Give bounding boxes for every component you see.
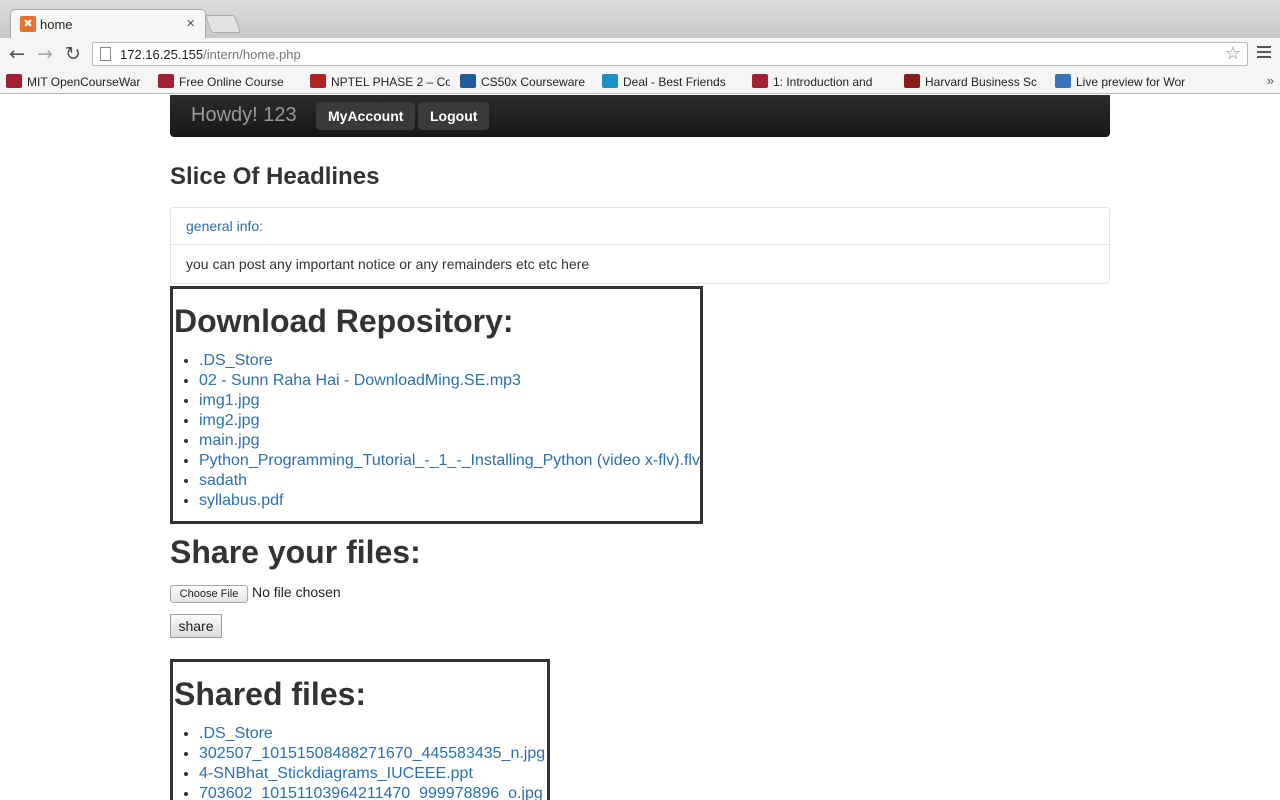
- bookmark-label: CS50x Courseware: [481, 75, 586, 89]
- tab-strip: ✖ home ×: [0, 0, 1280, 38]
- file-link[interactable]: Python_Programming_Tutorial_-_1_-_Instal…: [199, 452, 700, 469]
- shared-file-list: .DS_Store 302507_10151508488271670_445583…: [199, 724, 547, 800]
- file-link[interactable]: sadath: [199, 472, 247, 489]
- tab-title: home: [40, 17, 73, 32]
- tab-home[interactable]: ✖ home ×: [10, 9, 206, 38]
- list-item: 703602_10151103964211470_999978896_o.jpg: [199, 784, 547, 800]
- file-link[interactable]: 02 - Sunn Raha Hai - DownloadMing.SE.mp3: [199, 372, 521, 389]
- bookmark-label: Deal - Best Friends: [623, 75, 726, 89]
- file-link[interactable]: syllabus.pdf: [199, 492, 284, 509]
- edx-icon: [460, 74, 476, 88]
- bookmarks-bar: » MIT OpenCourseWar Free Online Course NPT…: [0, 70, 1280, 94]
- share-title: Share your files:: [170, 534, 421, 570]
- xampp-icon: ✖: [20, 16, 36, 32]
- close-tab-icon[interactable]: ×: [186, 15, 195, 32]
- info-panel: general info: you can post any important…: [170, 207, 1110, 284]
- bookmark-item[interactable]: NPTEL PHASE 2 – Co: [310, 74, 450, 90]
- logout-button[interactable]: Logout: [418, 102, 490, 130]
- list-item: img2.jpg: [199, 411, 700, 431]
- bookmark-star-icon[interactable]: ☆: [1225, 43, 1241, 64]
- file-link[interactable]: .DS_Store: [199, 725, 273, 742]
- browser-toolbar: ← → ↻ 172.16.25.155/intern/home.php ☆: [0, 38, 1280, 70]
- list-item: 4-SNBhat_Stickdiagrams_IUCEEE.ppt: [199, 764, 547, 784]
- mit-ocw-icon: [158, 74, 174, 88]
- bookmark-label: 1: Introduction and: [773, 75, 873, 89]
- shared-files: Shared files: .DS_Store 302507_1015150848…: [170, 659, 550, 800]
- share-button[interactable]: share: [170, 614, 222, 638]
- my-account-button[interactable]: MyAccount: [316, 102, 416, 130]
- list-item: .DS_Store: [199, 351, 700, 371]
- url-host: 172.16.25.155: [120, 47, 204, 62]
- url-path: /intern/home.php: [203, 47, 301, 62]
- list-item: .DS_Store: [199, 724, 547, 744]
- mit-ocw-icon: [6, 74, 22, 88]
- download-title: Download Repository:: [174, 303, 514, 339]
- page-icon: [100, 47, 111, 61]
- file-status: No file chosen: [252, 584, 341, 600]
- more-bookmarks-icon[interactable]: »: [1267, 73, 1274, 88]
- page-title: Slice Of Headlines: [170, 163, 380, 190]
- bookmark-item[interactable]: Live preview for Wor: [1055, 74, 1195, 90]
- bookmark-label: Free Online Course: [179, 75, 284, 89]
- forward-arrow-icon[interactable]: →: [34, 43, 56, 65]
- list-item: 302507_10151508488271670_445583435_n.jpg: [199, 744, 547, 764]
- file-link[interactable]: 302507_10151508488271670_445583435_n.jpg: [199, 745, 545, 762]
- navbar-brand: Howdy! 123: [191, 104, 297, 126]
- bookmark-label: Harvard Business Sc: [925, 75, 1038, 89]
- file-link[interactable]: img1.jpg: [199, 392, 259, 409]
- list-item: Python_Programming_Tutorial_-_1_-_Instal…: [199, 451, 700, 471]
- list-item: img1.jpg: [199, 391, 700, 411]
- bookmark-item[interactable]: Deal - Best Friends: [602, 74, 742, 90]
- shared-title: Shared files:: [174, 676, 367, 712]
- bookmark-item[interactable]: Free Online Course: [158, 74, 298, 90]
- panel-divider: [171, 244, 1109, 245]
- harvard-icon: [904, 74, 920, 88]
- address-bar[interactable]: 172.16.25.155/intern/home.php ☆: [92, 42, 1248, 66]
- list-item: 02 - Sunn Raha Hai - DownloadMing.SE.mp3: [199, 371, 700, 391]
- file-link[interactable]: 4-SNBhat_Stickdiagrams_IUCEEE.ppt: [199, 765, 473, 782]
- bookmark-label: NPTEL PHASE 2 – Co: [331, 75, 450, 89]
- back-arrow-icon[interactable]: ←: [6, 43, 28, 65]
- new-tab-button[interactable]: [204, 15, 242, 33]
- choose-file-button[interactable]: Choose File: [170, 585, 248, 603]
- panel-body: you can post any important notice or any…: [186, 256, 590, 272]
- top-navbar: Howdy! 123 MyAccount Logout: [170, 95, 1110, 137]
- reload-icon[interactable]: ↻: [62, 43, 84, 65]
- nptel-icon: [310, 74, 326, 88]
- list-item: syllabus.pdf: [199, 491, 700, 511]
- file-link[interactable]: .DS_Store: [199, 352, 273, 369]
- mit-ocw-icon: [752, 74, 768, 88]
- download-file-list: .DS_Store 02 - Sunn Raha Hai - DownloadMi…: [199, 351, 700, 511]
- bookmark-item[interactable]: 1: Introduction and: [752, 74, 892, 90]
- bookmark-item[interactable]: Harvard Business Sc: [904, 74, 1044, 90]
- bookmark-item[interactable]: MIT OpenCourseWar: [6, 74, 146, 90]
- bookmark-label: Live preview for Wor: [1076, 75, 1186, 89]
- panel-heading: general info:: [186, 218, 264, 234]
- file-link[interactable]: main.jpg: [199, 432, 259, 449]
- download-repository: Download Repository: .DS_Store 02 - Sunn …: [170, 286, 703, 524]
- url-text: 172.16.25.155/intern/home.php: [120, 47, 301, 62]
- file-link[interactable]: img2.jpg: [199, 412, 259, 429]
- menu-icon[interactable]: [1257, 46, 1271, 60]
- bookmark-label: MIT OpenCourseWar: [27, 75, 141, 89]
- bookmark-item[interactable]: CS50x Courseware: [460, 74, 595, 90]
- list-item: main.jpg: [199, 431, 700, 451]
- file-link[interactable]: 703602_10151103964211470_999978896_o.jpg: [199, 785, 543, 800]
- list-item: sadath: [199, 471, 700, 491]
- m-icon: [602, 74, 618, 88]
- preview-icon: [1055, 74, 1071, 88]
